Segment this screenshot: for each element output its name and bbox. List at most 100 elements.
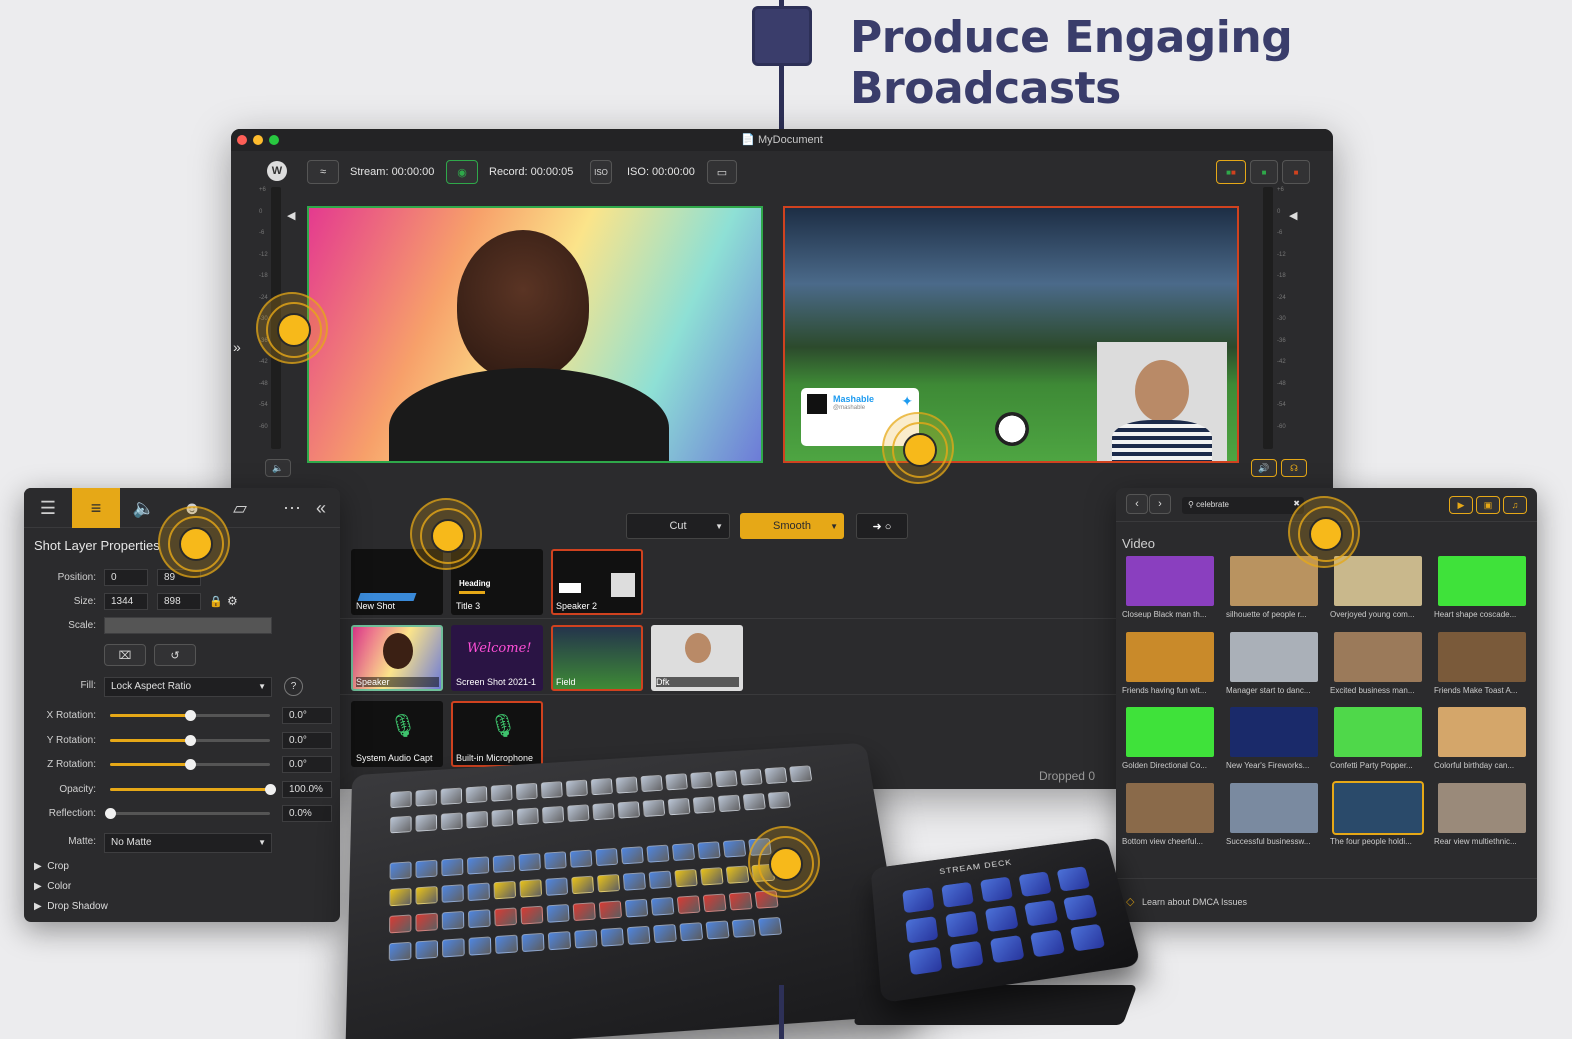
xkeys-key[interactable] [546, 903, 570, 923]
xkeys-key[interactable] [544, 851, 567, 870]
left-mute-button[interactable]: 🔈 [265, 459, 291, 477]
stream-deck-key[interactable] [1018, 871, 1052, 897]
xkeys-key[interactable] [592, 802, 615, 821]
xkeys-key[interactable] [640, 774, 663, 792]
drop-shadow-section-toggle[interactable]: ▶ Drop Shadow [34, 901, 108, 912]
xkeys-key[interactable] [692, 796, 716, 814]
xkeys-key[interactable] [653, 923, 677, 944]
matte-select[interactable]: No Matte ▼ [104, 833, 272, 853]
slider-knob[interactable] [185, 759, 196, 770]
media-item[interactable]: The four people holdi... [1330, 780, 1428, 853]
xkeys-key[interactable] [620, 846, 644, 865]
xkeys-key[interactable] [415, 912, 438, 932]
xkeys-key[interactable] [714, 770, 738, 788]
xkeys-key[interactable] [494, 934, 518, 954]
lock-icon[interactable]: 🔒 [209, 595, 223, 608]
cut-transition-dropdown[interactable]: Cut ▼ [626, 513, 730, 539]
xkeys-key[interactable] [515, 782, 538, 801]
layout-live-button[interactable]: ■ [1282, 160, 1310, 184]
xkeys-key[interactable] [491, 809, 514, 827]
xkeys-key[interactable] [389, 914, 412, 934]
xkeys-key[interactable] [388, 941, 412, 962]
xkeys-key[interactable] [490, 784, 513, 802]
slider-knob[interactable] [185, 734, 196, 746]
xkeys-key[interactable] [415, 814, 438, 832]
hotspot-shots[interactable] [410, 498, 482, 570]
media-item[interactable]: New Year's Fireworks... [1226, 707, 1324, 777]
xkeys-key[interactable] [415, 859, 438, 878]
take-transition-button[interactable]: ➜ ○ [856, 513, 908, 539]
xkeys-key[interactable] [717, 794, 741, 813]
record-button[interactable]: ◉ [446, 160, 478, 184]
xkeys-key[interactable] [466, 810, 489, 829]
xkeys-key[interactable] [569, 849, 593, 868]
headphones-button[interactable]: ☊ [1281, 459, 1307, 477]
xkeys-key[interactable] [440, 812, 463, 831]
hotspot-audio-meter[interactable] [256, 292, 328, 364]
xkeys-key[interactable] [648, 870, 672, 889]
xkeys-key[interactable] [390, 790, 412, 809]
xkeys-key[interactable] [697, 841, 721, 860]
xkeys-key[interactable] [493, 880, 517, 900]
stream-deck-key[interactable] [949, 940, 984, 970]
media-search-input[interactable]: ⚲ celebrate ✖ [1182, 497, 1304, 514]
slider-knob[interactable] [265, 783, 276, 795]
shot-field[interactable]: Field [551, 625, 643, 691]
xkeys-key[interactable] [565, 779, 588, 797]
xkeys-key[interactable] [674, 868, 698, 888]
help-button[interactable]: ? [284, 677, 303, 696]
layout-both-button[interactable]: ■■ [1216, 160, 1246, 184]
xkeys-key[interactable] [699, 867, 724, 886]
xkeys-key[interactable] [624, 898, 649, 918]
audio-filter-button[interactable]: ♫ [1503, 496, 1527, 514]
stream-deck-key[interactable] [1056, 866, 1091, 892]
media-item[interactable]: Bottom view cheerful... [1122, 782, 1220, 853]
media-item[interactable]: Overjoyed young com... [1330, 556, 1428, 626]
audio-tab[interactable]: 🔈 [120, 488, 168, 528]
stream-deck-key[interactable] [984, 905, 1019, 933]
xkeys-key[interactable] [415, 885, 438, 905]
stream-deck-key[interactable] [1030, 929, 1066, 958]
shot-system-audio[interactable]: 🎙 System Audio Capt [351, 701, 443, 767]
slider-value-field[interactable]: 0.0° [282, 731, 332, 749]
back-button[interactable]: ‹ [1126, 494, 1148, 514]
slider-track[interactable] [105, 808, 270, 819]
xkeys-key[interactable] [598, 900, 623, 920]
stream-deck-key[interactable] [1069, 923, 1106, 952]
stream-deck-key[interactable] [905, 916, 939, 944]
live-monitor[interactable]: Mashable @mashable ✦ [783, 206, 1239, 463]
image-filter-button[interactable]: ▣ [1476, 496, 1500, 514]
xkeys-key[interactable] [590, 778, 613, 796]
xkeys-key[interactable] [767, 791, 791, 809]
slider-knob[interactable] [185, 710, 196, 721]
xkeys-key[interactable] [574, 929, 598, 949]
stream-deck-key[interactable] [945, 910, 979, 938]
stream-deck-key[interactable] [1062, 894, 1098, 921]
stream-deck-key[interactable] [1024, 899, 1059, 927]
preview-monitor[interactable] [307, 206, 763, 463]
media-item[interactable]: Rear view multiethnic... [1434, 782, 1532, 853]
video-filter-button[interactable]: ▶ [1449, 496, 1473, 514]
xkeys-key[interactable] [596, 873, 621, 893]
media-item[interactable]: Golden Directional Co... [1122, 707, 1220, 777]
xkeys-key[interactable] [642, 799, 666, 817]
stream-deck-key[interactable] [902, 887, 935, 914]
media-item[interactable]: Excited business man... [1330, 631, 1428, 702]
xkeys-key[interactable] [441, 910, 465, 930]
xkeys-key[interactable] [671, 842, 696, 861]
xkeys-key[interactable] [415, 789, 437, 807]
media-item[interactable]: Manager start to danc... [1226, 631, 1324, 702]
hotspot-tweet-overlay[interactable] [882, 412, 954, 484]
left-volume-pointer-icon[interactable]: ◀ [287, 209, 295, 222]
xkeys-key[interactable] [468, 936, 492, 956]
slider-value-field[interactable]: 100.0% [282, 780, 332, 798]
xkeys-key[interactable] [547, 931, 572, 951]
xkeys-key[interactable] [789, 765, 813, 783]
hotspot-properties[interactable] [158, 506, 230, 578]
xkeys-key[interactable] [465, 785, 488, 804]
size-height-field[interactable]: 898 [157, 593, 201, 610]
scale-slider[interactable] [104, 617, 272, 634]
crop-section-toggle[interactable]: ▶ Crop [34, 861, 69, 872]
xkeys-key[interactable] [742, 793, 766, 811]
xkeys-key[interactable] [764, 766, 788, 784]
